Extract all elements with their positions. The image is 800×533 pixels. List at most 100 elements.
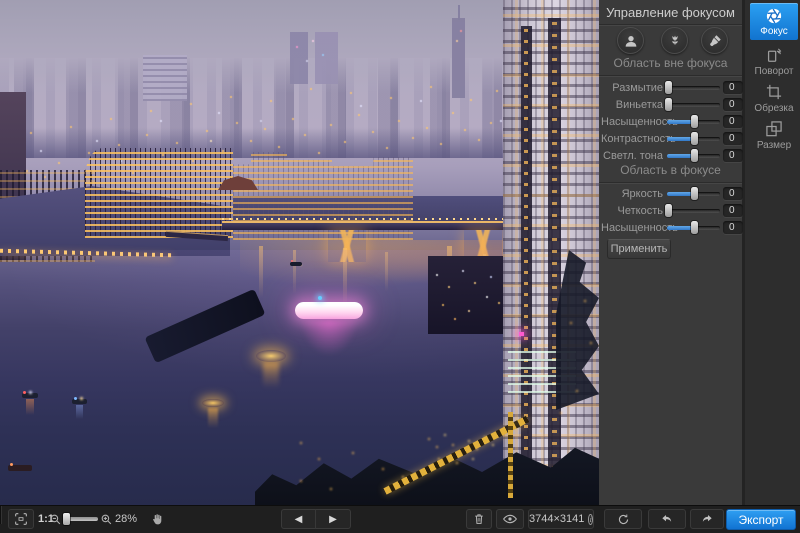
slider-fill [667, 192, 694, 196]
photo-small-boat [72, 399, 87, 404]
slider-row: Виньетка 0 [599, 96, 742, 113]
prev-photo-button[interactable]: ◀ [282, 509, 316, 529]
next-photo-button[interactable]: ▶ [316, 509, 350, 529]
photo-gold-boat-reflection [263, 362, 279, 388]
undo-icon [659, 511, 675, 527]
slider-label: Насыщенность [601, 116, 663, 128]
photo-small-boat [22, 393, 38, 398]
slider-value-field[interactable]: 0 [723, 187, 743, 200]
photo-editor-window: Управление фокусом Область вне фокуса Ра… [0, 0, 800, 533]
slider-handle[interactable] [665, 204, 672, 217]
slider-track[interactable] [667, 120, 720, 124]
delete-photo-button[interactable] [466, 509, 492, 529]
tab-focus-label: Фокус [760, 26, 788, 37]
slider-row: Контрастность 0 [599, 130, 742, 147]
slider-handle[interactable] [691, 132, 698, 145]
photo-small-boat [290, 262, 302, 266]
slider-track[interactable] [667, 86, 720, 90]
zoom-in-button[interactable] [99, 509, 113, 529]
panel-title: Управление фокусом [599, 5, 742, 20]
slider-value-field[interactable]: 0 [723, 98, 743, 111]
resize-icon [764, 119, 784, 139]
photo-cruise-reflection [300, 320, 358, 356]
portrait-mode-button[interactable] [617, 27, 644, 54]
photo-foliage-lights [0, 0, 2, 2]
photo-canvas[interactable] [0, 0, 599, 505]
reset-button[interactable] [604, 509, 642, 529]
flower-icon [667, 33, 683, 49]
tab-rotate[interactable]: Поворот [748, 45, 800, 77]
tab-crop-label: Обрезка [754, 103, 793, 114]
slider-handle[interactable] [691, 149, 698, 162]
in-focus-title: Область в фокусе [599, 163, 742, 177]
slider-row: Насыщенность 0 [599, 113, 742, 130]
info-icon[interactable]: i [588, 514, 593, 525]
focus-control-panel: Управление фокусом Область вне фокуса Ра… [599, 0, 745, 505]
slider-track[interactable] [667, 103, 720, 107]
photo-foreground-tower [503, 0, 599, 505]
slider-value-field[interactable]: 0 [723, 132, 743, 145]
tab-rotate-label: Поворот [755, 66, 794, 77]
divider [599, 182, 742, 184]
slider-fill [667, 120, 694, 124]
undo-button[interactable] [648, 509, 686, 529]
zoom-out-icon [49, 513, 62, 526]
trash-icon [472, 512, 486, 526]
slider-handle[interactable] [665, 98, 672, 111]
slider-track[interactable] [667, 226, 720, 230]
slider-track[interactable] [667, 154, 720, 158]
slider-fill [667, 226, 694, 230]
export-button[interactable]: Экспорт [726, 509, 796, 530]
in-focus-sliders: Яркость0Четкость0Насыщенность0 [599, 185, 742, 236]
slider-track[interactable] [667, 137, 720, 141]
photo-bridge-lights [222, 218, 512, 220]
photo-pink-sign [519, 332, 524, 336]
slider-label: Контрастность [601, 133, 663, 145]
slider-value-field[interactable]: 0 [723, 149, 743, 162]
fit-to-screen-button[interactable] [8, 509, 34, 529]
slider-handle[interactable] [691, 115, 698, 128]
slider-handle[interactable] [665, 81, 672, 94]
slider-handle[interactable] [691, 187, 698, 200]
redo-button[interactable] [690, 509, 724, 529]
slider-label: Виньетка [601, 99, 663, 111]
slider-track[interactable] [667, 209, 720, 213]
tab-focus[interactable]: Фокус [750, 3, 798, 40]
zoom-slider-handle[interactable] [63, 513, 70, 525]
tab-resize[interactable]: Размер [748, 119, 800, 151]
slider-label: Светл. тона [601, 150, 663, 162]
macro-mode-button[interactable] [661, 27, 688, 54]
slider-value-field[interactable]: 0 [723, 204, 743, 217]
slider-row: Насыщенность0 [599, 219, 742, 236]
photo-gold-hotel [85, 148, 233, 238]
image-dimensions-value: 3744×3141 [529, 513, 584, 525]
zoom-level: 28% [113, 509, 139, 529]
zoom-out-button[interactable] [48, 509, 62, 529]
bottom-toolbar: 1:1 28% ◀ ▶ [0, 505, 800, 533]
divider [599, 24, 742, 26]
tab-crop[interactable]: Обрезка [748, 82, 800, 114]
brush-mode-button[interactable] [701, 27, 728, 54]
photo-tower-cluster [290, 32, 338, 84]
slider-row: Четкость 0 [599, 202, 742, 219]
slider-value-field[interactable]: 0 [723, 81, 743, 94]
slider-handle[interactable] [691, 221, 698, 234]
photo-highrise [143, 55, 187, 101]
slider-fill [667, 154, 694, 158]
photo-tower-channel [521, 26, 532, 505]
reset-icon [616, 512, 631, 527]
slider-row: Светл. тона 0 [599, 147, 742, 164]
slider-track[interactable] [667, 192, 720, 196]
divider [0, 506, 2, 524]
slider-value-field[interactable]: 0 [723, 115, 743, 128]
hand-tool-button[interactable] [147, 509, 167, 529]
slider-value-field[interactable]: 0 [723, 221, 743, 234]
tool-rail: Фокус Поворот Обрезка Размер [748, 0, 800, 505]
zoom-slider[interactable] [64, 517, 98, 521]
slider-label: Размытие [601, 82, 663, 94]
preview-original-button[interactable] [496, 509, 524, 529]
person-icon [623, 33, 639, 49]
slider-label: Четкость [601, 205, 663, 217]
redo-icon [699, 511, 715, 527]
apply-button[interactable]: Применить [607, 239, 671, 259]
